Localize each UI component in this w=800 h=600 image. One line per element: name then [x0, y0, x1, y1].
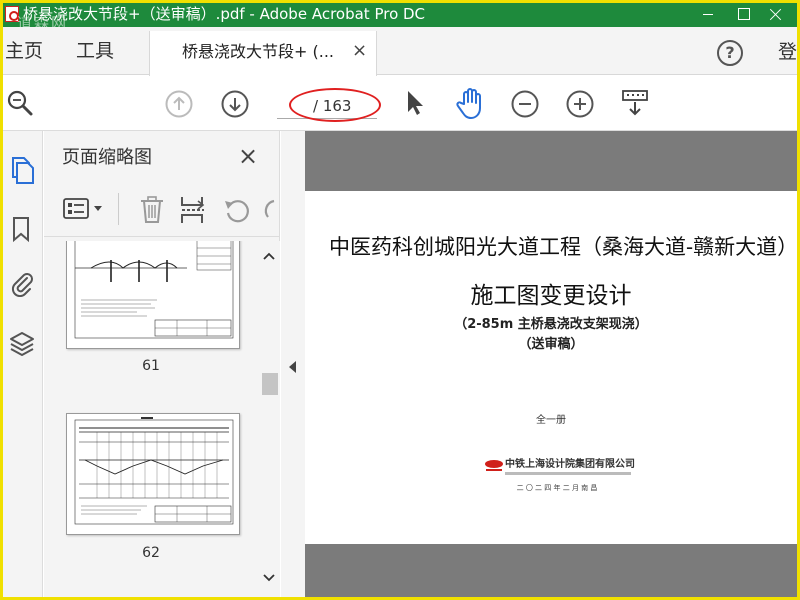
company-english-line [505, 472, 631, 475]
options-menu-button[interactable] [62, 197, 110, 221]
volume-label: 全一册 [536, 415, 566, 426]
company-logo [483, 458, 505, 472]
extract-pages-icon[interactable] [178, 195, 208, 229]
menu-bar: 主页 工具 桥悬浇改大节段+ (... × ? 登 [3, 27, 797, 76]
document-status: （送审稿） [518, 337, 584, 352]
close-window-button[interactable] [763, 4, 789, 24]
close-panel-icon[interactable]: × [238, 143, 258, 169]
acrobat-window: 桥悬浇改大节段+（送审稿）.pdf - Adobe Acrobat Pro DC… [3, 3, 797, 597]
document-tab-label: 桥悬浇改大节段+ (... [182, 42, 334, 61]
trash-icon[interactable] [138, 195, 166, 229]
document-page: 中医药科创城阳光大道工程（桑海大道-赣新大道） 施工图变更设计 （2-85m 主… [305, 191, 797, 544]
tab-home[interactable]: 主页 [5, 39, 43, 63]
hand-icon[interactable] [455, 86, 487, 124]
toolbar: / 163 [3, 76, 797, 131]
maximize-button[interactable] [731, 4, 757, 24]
page-thumbnails-icon[interactable] [9, 155, 35, 184]
next-page-icon[interactable] [221, 90, 249, 122]
layers-icon[interactable] [9, 329, 35, 357]
project-title: 中医药科创城阳光大道工程（桑海大道-赣新大道） [329, 235, 797, 259]
document-date: 二 〇 二 四 年 二 月 南 昌 [516, 484, 598, 492]
help-icon[interactable]: ? [717, 40, 743, 66]
rotate-counterclockwise-icon[interactable] [222, 195, 252, 229]
thumbnail-list: 61 62 [44, 241, 258, 597]
window-title: 桥悬浇改大节段+（送审稿）.pdf - Adobe Acrobat Pro DC [23, 5, 426, 23]
thumbnail-scrollbar[interactable] [258, 241, 280, 597]
scrollbar-thumb[interactable] [262, 373, 278, 395]
page-number-field[interactable]: / 163 [275, 88, 383, 124]
tab-tools[interactable]: 工具 [76, 39, 114, 63]
panel-toolbar [44, 183, 280, 237]
title-bar: 桥悬浇改大节段+（送审稿）.pdf - Adobe Acrobat Pro DC… [3, 3, 797, 32]
search-icon[interactable] [5, 88, 35, 118]
chevron-down-icon[interactable] [262, 571, 276, 587]
chevron-up-icon[interactable] [262, 249, 276, 265]
document-subtitle: （2-85m 主桥悬浇改支架现浇） [454, 317, 648, 332]
document-main-title: 施工图变更设计 [470, 283, 632, 309]
zoom-in-icon[interactable] [566, 90, 594, 122]
document-view: 中医药科创城阳光大道工程（桑海大道-赣新大道） 施工图变更设计 （2-85m 主… [305, 131, 797, 597]
company-name: 中铁上海设计院集团有限公司 [505, 459, 635, 470]
thumbnail-label: 62 [142, 545, 160, 561]
previous-page-icon[interactable] [165, 90, 193, 122]
navigation-rail [3, 131, 43, 597]
cursor-icon[interactable] [403, 88, 425, 122]
thumbnail-panel: 页面缩略图 × 61 62 [44, 131, 280, 597]
close-tab-icon[interactable]: × [352, 40, 367, 62]
fit-page-icon[interactable] [620, 88, 650, 122]
annotation-ellipse [289, 88, 381, 122]
paperclip-icon[interactable] [9, 269, 35, 298]
thumbnail-label: 61 [142, 358, 160, 374]
toolbar-divider [118, 193, 119, 225]
sign-in-button[interactable]: 登 [778, 40, 797, 64]
collapse-panel-icon[interactable] [289, 361, 296, 373]
minimize-button[interactable] [695, 4, 721, 24]
thumbnail-page-61[interactable] [66, 241, 240, 349]
panel-title: 页面缩略图 [62, 147, 152, 168]
zoom-out-icon[interactable] [511, 90, 539, 122]
thumbnail-page-62[interactable] [66, 413, 240, 535]
tab-document[interactable]: 桥悬浇改大节段+ (... × [149, 31, 377, 76]
rotate-clockwise-icon[interactable] [262, 195, 280, 229]
bookmark-icon[interactable] [9, 215, 35, 243]
panel-splitter[interactable] [281, 131, 305, 597]
